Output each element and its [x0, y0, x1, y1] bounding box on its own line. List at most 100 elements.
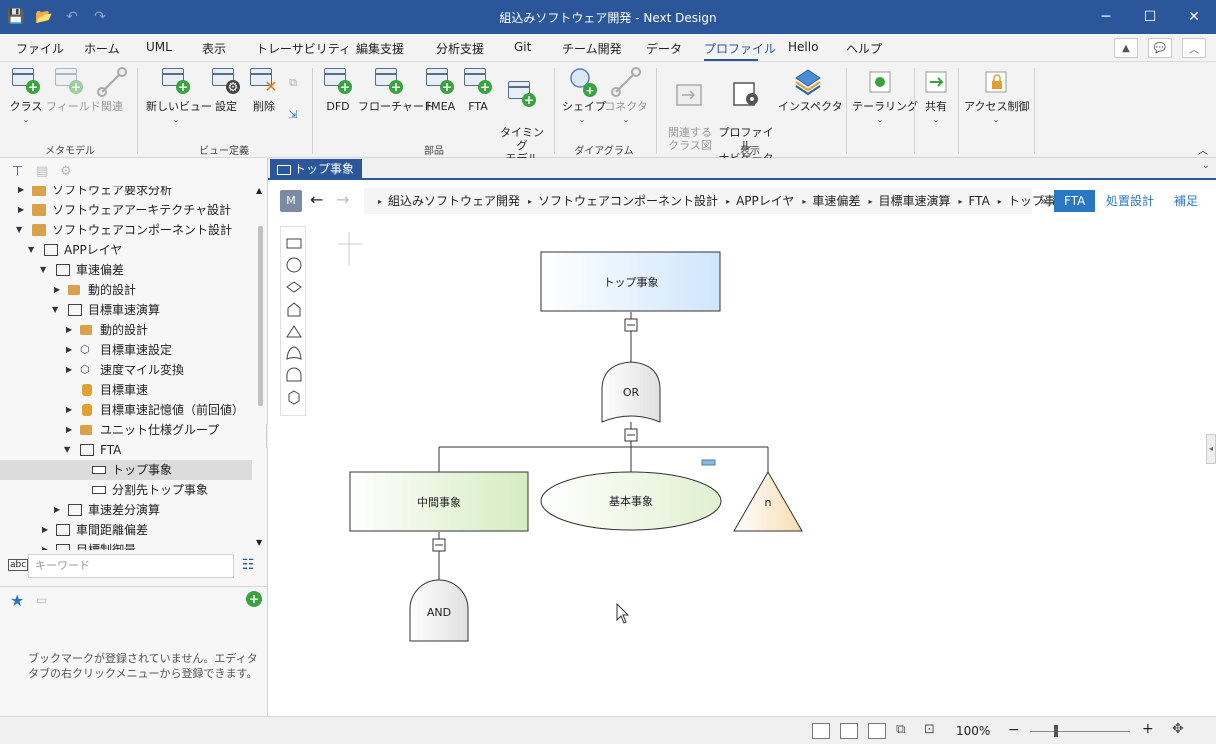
- tree-item[interactable]: 目標車速: [0, 380, 252, 400]
- settings-tree-icon[interactable]: ⚙: [60, 164, 72, 179]
- related-class-diagram-button[interactable]: 関連する クラス図: [664, 62, 716, 165]
- tree-item[interactable]: ▼ FTA: [0, 440, 252, 460]
- delete-button[interactable]: ✕ 削除: [246, 62, 282, 113]
- tree-item[interactable]: ▼ 車速偏差: [0, 260, 252, 280]
- tree-item-selected[interactable]: トップ事象: [0, 460, 252, 480]
- scroll-up-icon[interactable]: ▲: [256, 186, 262, 195]
- tree-item[interactable]: ▶ 動的設計: [0, 280, 252, 300]
- tree-item[interactable]: 分割先トップ事象: [0, 480, 252, 500]
- maximize-button[interactable]: ☐: [1130, 5, 1170, 29]
- folder-icon: [32, 186, 46, 196]
- share-button[interactable]: 共有 ⌄: [920, 62, 952, 126]
- menu-uml[interactable]: UML: [146, 40, 172, 54]
- new-view-button[interactable]: + 新しいビュー ⌄: [146, 62, 212, 126]
- tree-item[interactable]: ▶ 目標車速記憶値（前回値）: [0, 400, 252, 420]
- menu-edit-support[interactable]: 編集支援: [356, 40, 404, 57]
- tree-item[interactable]: ▼ ソフトウェアコンポーネント設計: [0, 220, 252, 240]
- tree-item[interactable]: ▶ ⬡ 目標車速設定: [0, 340, 252, 360]
- warning-icon[interactable]: ▲: [1114, 38, 1138, 58]
- tree-item[interactable]: ▼ APPレイヤ: [0, 240, 252, 260]
- tree-item[interactable]: ▶ 目標制御量: [0, 540, 252, 550]
- tree-item[interactable]: ▶ 車速差分演算: [0, 500, 252, 520]
- zoom-slider-thumb[interactable]: [1054, 725, 1058, 737]
- tree-item[interactable]: ▶ 車間距離偏差: [0, 520, 252, 540]
- tree-item[interactable]: ▶ ソフトウェアアーキテクチャ設計: [0, 200, 252, 220]
- tree-item[interactable]: ▶ ⬡ 速度マイル変換: [0, 360, 252, 380]
- tree-item[interactable]: ▶ ユニット仕様グループ: [0, 420, 252, 440]
- data-store-icon: [82, 384, 92, 396]
- menu-analysis-support[interactable]: 分析支援: [436, 40, 484, 57]
- layers-icon[interactable]: ⧉: [896, 722, 905, 737]
- fmea-button[interactable]: + FMEA: [422, 62, 458, 113]
- menu-help[interactable]: ヘルプ: [846, 40, 882, 57]
- export-view-icon[interactable]: ⇲: [284, 108, 302, 121]
- layout-horizontal-icon[interactable]: [840, 723, 858, 739]
- pan-move-icon[interactable]: ✥: [1172, 721, 1184, 737]
- lock-icon: [980, 66, 1012, 98]
- copy-view-icon[interactable]: ⧉: [284, 76, 302, 89]
- zoom-out-icon[interactable]: −: [1008, 722, 1020, 738]
- minimize-button[interactable]: ─: [1086, 5, 1126, 29]
- scroll-down-icon[interactable]: ▼: [256, 538, 262, 547]
- add-bookmark-icon[interactable]: +: [246, 591, 262, 607]
- tailoring-label: テーラリング: [852, 100, 918, 113]
- model-tree-icon[interactable]: ⊤: [12, 164, 23, 179]
- menu-profile[interactable]: プロファイル: [704, 40, 776, 57]
- inspector-button[interactable]: インスペクタ: [778, 62, 843, 113]
- field-button[interactable]: + フィールド: [46, 62, 101, 113]
- or-gate-label: OR: [623, 386, 640, 399]
- status-bar: ⧉ ⊡ 100% − + ✥: [0, 716, 1216, 744]
- close-button[interactable]: ✕: [1174, 5, 1214, 29]
- chevron-down-icon: ⌄: [992, 115, 1000, 124]
- folder-icon: [80, 425, 92, 435]
- fit-page-icon[interactable]: ⊡: [924, 722, 935, 737]
- resize-handle[interactable]: [701, 459, 716, 466]
- tree-item-label: APPレイヤ: [64, 243, 123, 257]
- basic-event-label: 基本事象: [609, 494, 653, 508]
- comment-icon[interactable]: 💬: [1148, 38, 1172, 58]
- zoom-slider-track[interactable]: [1030, 731, 1130, 732]
- scrollbar-thumb[interactable]: [258, 226, 263, 406]
- dfd-button[interactable]: + DFD: [320, 62, 356, 113]
- menu-git[interactable]: Git: [514, 40, 531, 54]
- menu-home[interactable]: ホーム: [84, 40, 120, 57]
- menu-file[interactable]: ファイル: [16, 40, 64, 57]
- access-control-button[interactable]: アクセス制御 ⌄: [964, 62, 1029, 126]
- connector-button[interactable]: コネクタ ⌄: [604, 62, 648, 126]
- layout-vertical-icon[interactable]: [868, 723, 886, 739]
- menu-view[interactable]: 表示: [202, 40, 226, 57]
- chevron-down-icon: ⌄: [876, 115, 884, 124]
- fta-button[interactable]: + FTA: [460, 62, 496, 113]
- menu-traceability[interactable]: トレーサビリティ: [256, 40, 351, 57]
- collapse-ribbon-chevron-icon[interactable]: ︿: [1198, 142, 1208, 157]
- filter-tree-icon[interactable]: ☷: [242, 557, 255, 573]
- tailoring-button[interactable]: テーラリング ⌄: [852, 62, 918, 126]
- model-tree: ▶ ソフトウェア要求分析 ▶ ソフトウェアアーキテクチャ設計 ▼ ソフトウェアコンポー…: [0, 186, 256, 550]
- association-button[interactable]: 関連: [94, 62, 130, 113]
- title-bar: 💾 📂 ↶ ↷ 組込みソフトウェア開発 - Next Design ─ ☐ ✕: [0, 0, 1216, 34]
- keyword-search-input[interactable]: キーワード: [28, 554, 234, 578]
- star-icon[interactable]: ★: [10, 591, 24, 610]
- product-line-icon[interactable]: ▤: [36, 164, 48, 179]
- panel-collapse-right-icon[interactable]: ◂: [1206, 434, 1216, 464]
- shape-button[interactable]: + シェイプ ⌄: [562, 62, 606, 126]
- group-label-diagram: ダイアグラム: [574, 146, 634, 157]
- new-view-icon: +: [160, 66, 190, 94]
- tree-item-label: 目標車速設定: [100, 343, 173, 357]
- zoom-in-icon[interactable]: +: [1142, 721, 1154, 737]
- class-button[interactable]: + クラス ⌄: [8, 62, 44, 126]
- tree-item-label: トップ事象: [112, 463, 173, 477]
- menu-team-dev[interactable]: チーム開発: [562, 40, 622, 57]
- flowchart-button[interactable]: + フローチャート: [358, 62, 435, 113]
- collapse-ribbon-icon[interactable]: ︿: [1182, 38, 1206, 58]
- layout-single-icon[interactable]: [812, 723, 830, 739]
- tree-item[interactable]: ▼ 目標車速演算: [0, 300, 252, 320]
- tree-scrollbar[interactable]: ▲ ▼: [256, 186, 266, 550]
- menu-hello[interactable]: Hello: [788, 40, 818, 54]
- text-search-icon[interactable]: abc: [8, 559, 29, 571]
- menu-data[interactable]: データ: [646, 40, 682, 57]
- bookmark-group-icon[interactable]: ▭: [36, 593, 47, 607]
- tree-item[interactable]: ▶ ソフトウェア要求分析: [0, 186, 252, 200]
- tree-item[interactable]: ▶ 動的設計: [0, 320, 252, 340]
- settings-button[interactable]: ⚙ 設定: [208, 62, 244, 113]
